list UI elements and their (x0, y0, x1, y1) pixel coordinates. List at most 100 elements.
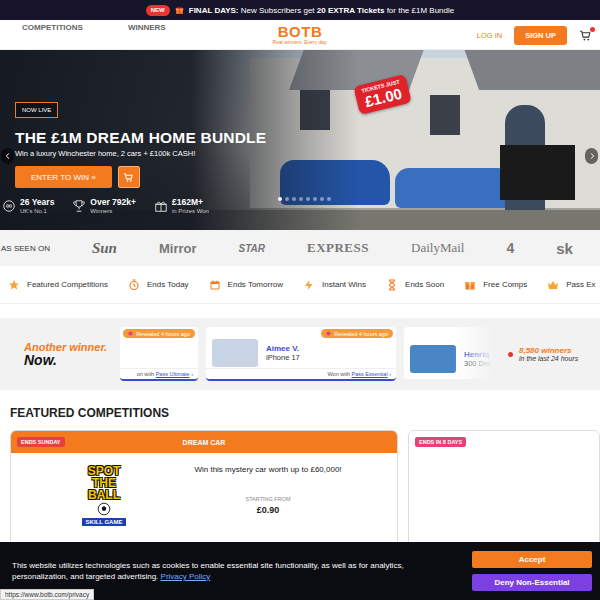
category-label: Ends Today (147, 280, 189, 289)
signup-button[interactable]: SIGN UP (514, 26, 567, 45)
logo[interactable]: BOTBReal winners. Every day. (273, 20, 328, 46)
bolt-icon-part (303, 279, 315, 291)
promo-text: for the £1M Bundle (384, 6, 454, 15)
pass-link[interactable]: Pass Essential (352, 371, 388, 377)
badge-row: Revealed 4 hours ago (206, 327, 396, 338)
winner-card[interactable]: Henriq300 Dre (404, 327, 492, 381)
clock-icon-part (128, 279, 140, 291)
logo-word: SPOT (88, 465, 121, 477)
prev-slide-button[interactable] (1, 148, 14, 164)
card-description: Win this mystery car worth up to £60,000… (194, 465, 341, 474)
hero-content: NOW LIVETHE £1M DREAM HOME BUNDLEWin a l… (0, 50, 600, 215)
calendar-icon-part-icon-part (213, 280, 217, 282)
carousel-dot[interactable] (327, 197, 331, 201)
winner-card[interactable]: Revealed 4 hours ago Aimee V.iPhone 17 Won… (206, 327, 396, 381)
accept-button[interactable]: Accept (472, 551, 592, 568)
card-body: SPOTTHEBALLSKILL GAME Win this mystery ca… (11, 453, 397, 541)
spot-the-ball-logo: SPOTTHEBALLSKILL GAME (69, 465, 139, 541)
winner-text: Aimee V.iPhone 17 (266, 344, 300, 362)
hero-stats: 26 YearsUK's No.1Over 792k+Winners£162M+… (2, 197, 209, 215)
fade-overlay (454, 327, 492, 379)
cookie-buttons: Accept Deny Non-Essential (472, 551, 592, 591)
tagline: Real winners. Every day. (273, 39, 328, 46)
enter-button[interactable]: ENTER TO WIN » (15, 166, 112, 188)
stat-text: 26 YearsUK's No.1 (20, 197, 54, 215)
count-text: 8,580 winnersin the last 24 hours (519, 346, 578, 362)
category-label: Ends Soon (405, 280, 444, 289)
stat-value: 26 Years (20, 197, 54, 207)
cart-button[interactable] (579, 29, 592, 42)
cart-icon-part (123, 172, 134, 183)
stat-value: £162M+ (172, 197, 209, 207)
badge-icon (2, 199, 16, 213)
now-live-tag: NOW LIVE (15, 102, 58, 118)
press-logo: sk (556, 240, 573, 257)
chevron-right-icon-part-icon-part (591, 153, 594, 158)
add-to-cart-button[interactable] (118, 166, 140, 188)
ball-icon-part (97, 502, 111, 516)
carousel-dot[interactable] (320, 197, 324, 201)
category-tab[interactable]: Ends Today (128, 279, 189, 291)
site-header: COMPETITIONS WINNERS BOTBReal winners. Eve… (0, 20, 600, 50)
hero-banner: NOW LIVETHE £1M DREAM HOME BUNDLEWin a l… (0, 50, 600, 230)
category-label: Free Comps (483, 280, 527, 289)
pass-link[interactable]: Pass Ultimate (156, 371, 190, 377)
winner-card[interactable]: Revealed 4 hours agoon with Pass Ultimat… (120, 327, 198, 381)
gift-icon (154, 199, 168, 213)
cart-icon-part-icon-part (127, 180, 129, 182)
badge-text: Revealed 4 hours ago (334, 331, 388, 337)
count-label: in the last 24 hours (519, 355, 578, 362)
cart-icon-part-icon-part (580, 31, 590, 37)
next-slide-button[interactable] (585, 148, 598, 164)
ball-icon (97, 502, 111, 516)
promo-text: 20 EXTRA Tickets (317, 6, 385, 15)
trophy-icon-part-icon-part (74, 201, 85, 212)
chevron-left-icon-part-icon-part (6, 153, 9, 158)
carousel-dot[interactable] (285, 197, 289, 201)
winner-info: Aimee V.iPhone 17 (206, 338, 396, 368)
carousel-dot[interactable] (306, 197, 310, 201)
crown-icon-part (547, 279, 559, 291)
badge-icon-part-icon-part (4, 201, 15, 212)
calendar-icon-part-icon-part (211, 284, 218, 289)
status-url: https://www.botb.com/privacy (0, 589, 94, 600)
hourglass-icon-part-icon-part (389, 280, 395, 290)
calendar-icon-part (209, 279, 221, 291)
new-badge: NEW (146, 5, 170, 16)
category-tab[interactable]: Pass Ex (547, 279, 595, 291)
sparkle-icon-part (326, 331, 331, 336)
nav-link[interactable]: WINNERS (128, 23, 166, 32)
carousel-dot[interactable] (278, 197, 282, 201)
won-with: Won with Pass Essential › (206, 368, 396, 379)
nav-link[interactable]: COMPETITIONS (22, 23, 83, 32)
gift-icon-part-icon-part (156, 202, 167, 211)
category-tab[interactable]: Free Comps (464, 279, 527, 291)
carousel-dot[interactable] (292, 197, 296, 201)
sparkle-icon-part-icon-part (129, 331, 133, 335)
deny-button[interactable]: Deny Non-Essential (472, 574, 592, 591)
price: £0.90 (257, 505, 280, 515)
winner-name: Aimee V. (266, 344, 300, 353)
logo-word: BALL (88, 489, 120, 501)
gift-icon-part (175, 6, 184, 15)
category-tab[interactable]: Ends Soon (386, 279, 444, 291)
privacy-link[interactable]: Privacy Policy (161, 572, 211, 581)
category-tab[interactable]: Ends Tomorrow (209, 279, 283, 291)
category-tab[interactable]: Instant Wins (303, 279, 366, 291)
gift-icon-part (154, 199, 168, 213)
sparkle-icon-part (128, 331, 133, 336)
category-label: Featured Competitions (27, 280, 108, 289)
promo-bar[interactable]: NEWFINAL DAYS: New Subscribers get 20 EX… (0, 0, 600, 20)
carousel-dot[interactable] (299, 197, 303, 201)
ends-badge: ENDS IN 8 DAYS (415, 437, 466, 447)
count-value: 8,580 winners (519, 346, 578, 355)
hero-title: THE £1M DREAM HOME BUNDLE (15, 129, 266, 147)
login-link[interactable]: LOG IN (477, 31, 502, 40)
cookie-text: This website utilizes technologies such … (12, 560, 460, 582)
carousel-dot[interactable] (313, 197, 317, 201)
category-tab[interactable]: Featured Competitions (8, 279, 108, 291)
gift-icon-part-icon-part (470, 282, 471, 290)
star-icon-part (8, 279, 20, 291)
trophy-icon (72, 199, 86, 213)
gift-icon-part (464, 279, 476, 291)
